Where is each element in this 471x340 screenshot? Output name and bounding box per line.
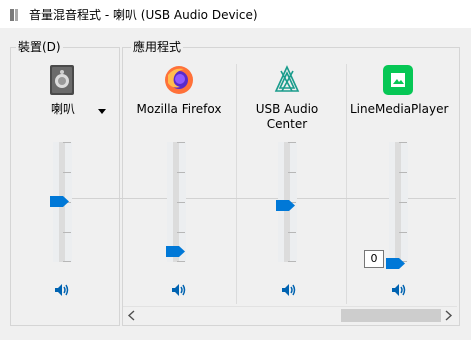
device-group-legend: 裝置(D): [16, 39, 63, 55]
chevron-left-icon: [127, 310, 135, 321]
device-speaker-icon: [49, 65, 75, 95]
volume-icon: [55, 284, 69, 296]
device-name: 喇叭: [51, 102, 76, 116]
volume-icon: [282, 284, 296, 296]
volume-value-tooltip: 0: [364, 250, 384, 268]
volume-icon: [172, 284, 186, 296]
usb-audio-center-mute-button[interactable]: [281, 282, 297, 296]
firefox-icon: [164, 65, 194, 95]
app-name-firefox: Mozilla Firefox: [136, 102, 222, 116]
firefox-volume-thumb[interactable]: [166, 242, 185, 257]
device-mute-button[interactable]: [54, 282, 70, 296]
column-divider: [346, 64, 347, 304]
usb-audio-center-icon: [272, 65, 302, 95]
linemediaplayer-mute-button[interactable]: [391, 282, 407, 296]
scroll-right-button[interactable]: [441, 309, 455, 322]
linemediaplayer-volume-thumb[interactable]: [386, 254, 405, 269]
chevron-right-icon: [445, 310, 453, 321]
apps-group-legend: 應用程式: [131, 39, 184, 55]
app-name-usb-audio-center: USB Audio Center: [255, 102, 319, 131]
apps-horizontal-scrollbar[interactable]: [123, 306, 457, 324]
window-title: 音量混音程式 - 喇叭 (USB Audio Device): [29, 8, 258, 22]
line-media-player-icon: [383, 65, 413, 95]
device-volume-thumb[interactable]: [50, 192, 69, 207]
scroll-left-button[interactable]: [125, 309, 139, 322]
title-bar: 音量混音程式 - 喇叭 (USB Audio Device): [0, 0, 471, 28]
scrollbar-thumb[interactable]: [341, 309, 441, 322]
column-divider: [236, 64, 237, 304]
volume-icon: [392, 284, 406, 296]
device-dropdown-button[interactable]: [96, 102, 108, 114]
app-name-linemediaplayer: LineMediaPlayer: [350, 102, 449, 116]
speaker-icon: [8, 7, 22, 26]
firefox-mute-button[interactable]: [171, 282, 187, 296]
chevron-down-icon: [98, 109, 106, 114]
linemediaplayer-slider-ticks: [399, 142, 408, 262]
usb-audio-center-volume-thumb[interactable]: [276, 196, 295, 211]
